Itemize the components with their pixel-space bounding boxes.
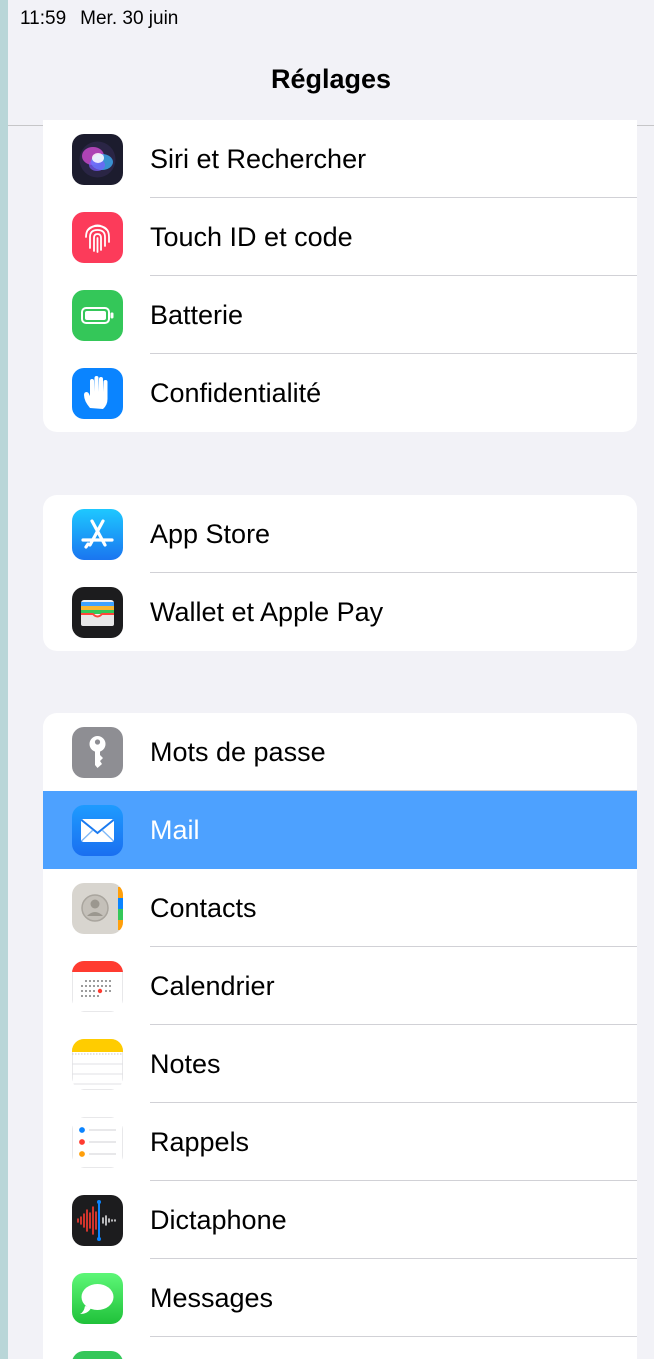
status-date: Mer. 30 juin [80,8,179,29]
wallet-icon [72,587,123,638]
settings-row-label: Mail [150,815,200,845]
settings-row-label: Mots de passe [150,737,326,767]
settings-row-app-store[interactable]: App Store [43,495,637,573]
page-title: Réglages [270,64,392,94]
messages-icon [72,1273,123,1324]
settings-row-wallet[interactable]: Wallet et Apple Pay [43,573,637,651]
settings-row-mail[interactable]: Mail [43,791,637,869]
settings-row-label: Calendrier [150,971,275,1001]
settings-row-label: Confidentialité [150,378,322,408]
calendar-icon [72,961,123,1012]
reminders-icon [72,1117,123,1168]
notes-icon [72,1039,123,1090]
settings-row-label: Rappels [150,1127,250,1157]
siri-icon [72,134,123,185]
settings-row-passwords[interactable]: Mots de passe [43,713,637,791]
facetime-icon [72,1351,123,1359]
settings-row-label: Batterie [150,300,244,330]
key-icon [72,727,123,778]
settings-row-notes[interactable]: Notes [43,1025,637,1103]
mail-envelope-icon [72,805,123,856]
settings-group-apps: Mots de passe Mail Contacts Calendrier N… [43,713,637,1359]
settings-row-label: Siri et Rechercher [150,144,367,174]
settings-row-privacy[interactable]: Confidentialité [43,354,637,432]
settings-row-label: Notes [150,1049,221,1079]
voice-memos-icon [72,1195,123,1246]
settings-row-voice-memos[interactable]: Dictaphone [43,1181,637,1259]
settings-group-store: App Store Wallet et Apple Pay [43,495,637,651]
settings-row-partial[interactable] [43,1337,637,1359]
app-store-icon [72,509,123,560]
settings-row-label: Contacts [150,893,257,923]
fingerprint-icon [72,212,123,263]
settings-row-label: Wallet et Apple Pay [150,597,384,627]
settings-row-siri[interactable]: Siri et Rechercher [43,120,637,198]
settings-row-label: Messages [150,1283,274,1313]
status-bar: 11:59 Mer. 30 juin [20,8,178,30]
status-time: 11:59 [20,8,67,29]
battery-icon [72,290,123,341]
settings-row-reminders[interactable]: Rappels [43,1103,637,1181]
settings-row-touch-id[interactable]: Touch ID et code [43,198,637,276]
contacts-icon [72,883,123,934]
settings-group-system: Siri et Rechercher Touch ID et code Batt… [43,120,637,432]
privacy-hand-icon [72,368,123,419]
settings-row-label: App Store [150,519,271,549]
settings-row-messages[interactable]: Messages [43,1259,637,1337]
settings-row-label: Touch ID et code [150,222,353,252]
settings-row-battery[interactable]: Batterie [43,276,637,354]
settings-row-contacts[interactable]: Contacts [43,869,637,947]
settings-screen: Réglages 11:59 Mer. 30 juin Siri et Reche… [8,0,654,1359]
settings-row-label: Dictaphone [150,1205,287,1235]
settings-row-calendar[interactable]: Calendrier [43,947,637,1025]
